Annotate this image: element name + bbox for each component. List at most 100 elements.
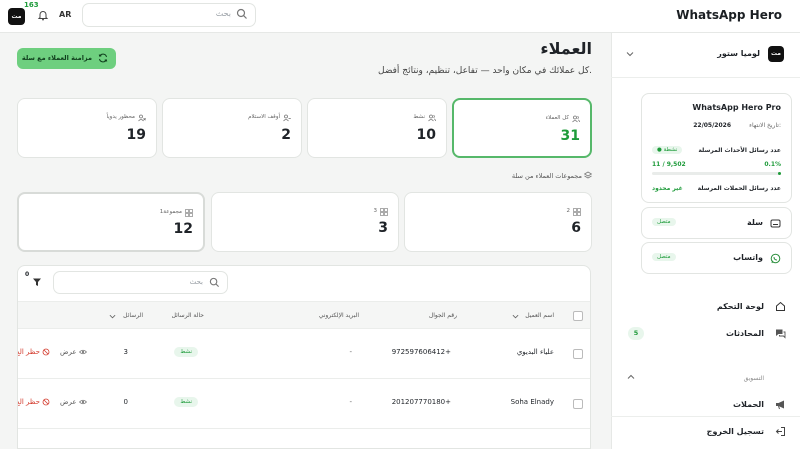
filter-count-badge: 0 (25, 271, 30, 278)
group-card[interactable]: مجموعة1 12 (17, 192, 205, 252)
sync-button-label: مزامنة العملاء مع سلة (21, 54, 92, 62)
megaphone-icon (776, 400, 784, 410)
group-value: 6 (571, 220, 581, 236)
store-selector[interactable]: مت لوميا ستور (624, 46, 784, 62)
nav-item-dashboard[interactable]: لوحة التحكم (626, 299, 786, 315)
messages-count: 11 / 9,502 (652, 161, 686, 168)
integration-whatsapp[interactable]: واتساب متصل (641, 242, 792, 274)
user-avatar[interactable]: مت (8, 8, 25, 25)
refresh-icon (98, 53, 108, 63)
stat-card-unsubscribed[interactable]: أوقف الاستلام 2 (162, 98, 302, 158)
customers-table: بحث 0 اسم العميل رقم الجوال البريد الإلك… (17, 265, 591, 449)
store-icon (770, 219, 781, 228)
bell-icon[interactable] (37, 9, 49, 21)
plan-card: WhatsApp Hero Pro تاريخ الانتهاء: 22/05/… (641, 93, 792, 203)
integration-status-badge: متصل (652, 218, 676, 226)
group-label: مجموعة1 (159, 209, 182, 215)
customer-name: Soha Elnady (510, 398, 554, 406)
search-placeholder: بحث (189, 278, 203, 286)
groups-section-title: مجموعات العملاء من سلة (511, 172, 582, 180)
block-button[interactable]: حظر الع (18, 398, 50, 406)
table-header: اسم العميل رقم الجوال البريد الإلكتروني … (18, 301, 590, 329)
nav-item-label: المحادثات (725, 329, 764, 338)
group-label: 3 (373, 208, 378, 214)
eye-icon (78, 399, 87, 405)
customer-phone: 201207770180+ (391, 398, 451, 406)
view-button[interactable]: عرض (60, 398, 87, 406)
block-label: حظر الع (17, 348, 40, 356)
nav-item-label: لوحة التحكم (716, 302, 764, 311)
nav-item-campaigns[interactable]: الحملات (626, 397, 786, 413)
search-placeholder: بحث (215, 9, 231, 18)
group-value: 3 (378, 220, 388, 236)
status-badge: نشط (174, 347, 198, 357)
page-subtitle: كل عملائك في مكان واحد — تفاعل، تنظيم، و… (378, 66, 592, 76)
column-header-phone: رقم الجوال (428, 312, 457, 319)
column-header-messages[interactable]: الرسائل (123, 312, 143, 319)
ban-icon (42, 348, 50, 356)
stat-card-all[interactable]: كل العملاء 31 (452, 98, 592, 158)
column-header-name[interactable]: اسم العميل (525, 312, 554, 319)
filter-icon[interactable] (32, 277, 42, 287)
ban-icon (42, 398, 50, 406)
integration-status-badge: متصل (652, 253, 676, 261)
stat-card-blocked[interactable]: محظور يدوياً 19 (17, 98, 157, 158)
top-bar: WhatsApp Hero بحث AR 163 مت (0, 0, 800, 33)
view-button[interactable]: عرض (60, 348, 87, 356)
usage-progress-bar (652, 172, 781, 175)
messages-count: 0 (123, 398, 128, 406)
search-icon (236, 8, 247, 19)
stat-value: 2 (281, 127, 291, 143)
messages-count: 3 (123, 348, 128, 356)
chevron-down-icon[interactable] (512, 313, 519, 320)
chevron-up-icon[interactable] (627, 373, 635, 381)
group-label: 2 (566, 208, 571, 214)
select-all-checkbox[interactable] (573, 311, 583, 321)
customer-name: علياء البديوي (516, 348, 554, 356)
layers-icon (584, 171, 592, 179)
whatsapp-icon (770, 253, 781, 264)
global-search-input[interactable]: بحث (82, 3, 256, 27)
divider (611, 77, 800, 78)
chevron-down-icon[interactable] (109, 313, 116, 320)
status-badge: نشط (174, 397, 198, 407)
store-name: لوميا ستور (717, 49, 760, 58)
active-status-label: نشطة (663, 147, 678, 153)
row-checkbox[interactable] (573, 399, 583, 409)
plan-title: WhatsApp Hero Pro (692, 103, 781, 112)
table-row[interactable]: علياء البديوي 972597606412+ - نشط 3 عرض … (17, 329, 590, 379)
messages-percent: 0.1% (764, 161, 781, 168)
logout-button[interactable]: تسجيل الخروج (626, 424, 786, 440)
users-icon (572, 115, 580, 123)
sync-customers-button[interactable]: مزامنة العملاء مع سلة (17, 48, 116, 69)
app-brand[interactable]: WhatsApp Hero (676, 8, 782, 22)
search-icon (209, 277, 220, 288)
eye-icon (78, 349, 87, 355)
integration-salla[interactable]: سلة متصل (641, 207, 792, 239)
group-card[interactable]: 2 6 (404, 192, 592, 252)
table-row[interactable]: Soha Elnady 201207770180+ - نشط 0 عرض حظ… (18, 379, 590, 429)
grid-icon (573, 208, 581, 216)
users-icon (428, 114, 436, 122)
logout-icon (775, 427, 785, 436)
language-switch[interactable]: AR (59, 10, 71, 19)
nav-item-conversations[interactable]: المحادثات 5 (626, 326, 786, 342)
table-search-input[interactable]: بحث (53, 271, 228, 294)
block-button[interactable]: حظر الع (17, 348, 50, 356)
stat-card-active[interactable]: نشط 10 (307, 98, 447, 158)
column-header-email: البريد الإلكتروني (318, 312, 359, 319)
events-messages-label: عدد رسائل الأحداث المرسلة (698, 147, 781, 154)
stat-label: أوقف الاستلام (248, 114, 280, 120)
row-checkbox[interactable] (573, 349, 583, 359)
divider (611, 416, 800, 417)
sidebar: مت لوميا ستور WhatsApp Hero Pro تاريخ ال… (611, 33, 800, 449)
view-label: عرض (60, 348, 77, 356)
dashboard-icon (776, 301, 785, 311)
stat-label: محظور يدوياً (106, 114, 135, 120)
group-card[interactable]: 3 3 (211, 192, 399, 252)
grid-icon (380, 208, 388, 216)
user-minus-icon (283, 114, 291, 122)
logout-label: تسجيل الخروج (706, 427, 764, 436)
notifications-count-badge: 163 (24, 1, 39, 9)
main-content: العملاء كل عملائك في مكان واحد — تفاعل، … (0, 33, 610, 449)
